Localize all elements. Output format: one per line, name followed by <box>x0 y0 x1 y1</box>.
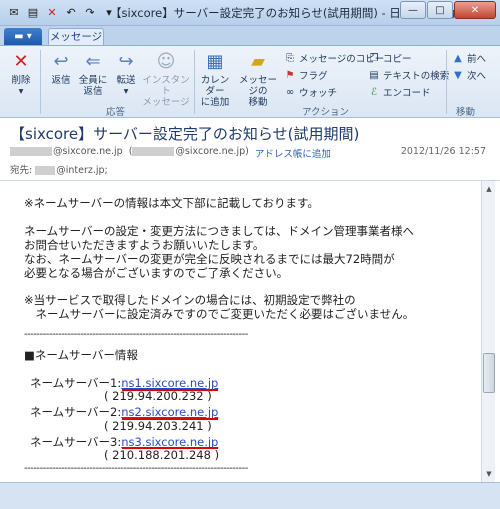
quick-access-toolbar: ✉ ▤ ✕ ↶ ↷ ▾ <box>6 4 117 20</box>
from-line: @sixcore.ne.jp (@sixcore.ne.jp) アドレス帳に追加 <box>10 146 331 160</box>
sender-address-alt: (@sixcore.ne.jp) <box>128 146 249 157</box>
file-menu-icon: ▬ <box>14 31 24 42</box>
save-icon[interactable]: ▤ <box>25 4 41 20</box>
calendar-icon: ▦ <box>206 50 224 72</box>
next-button[interactable]: ▼ 次へ <box>452 68 486 83</box>
glasses-icon: ∞ <box>285 86 295 98</box>
chevron-down-icon: ▾ <box>123 86 129 97</box>
add-to-address-book-link[interactable]: アドレス帳に追加 <box>255 146 331 160</box>
copy-message-icon: ⎘ <box>286 52 294 64</box>
nameserver-2-ip: ( 219.94.203.241 ) <box>104 419 212 433</box>
recipient-address[interactable]: @interz.jp; <box>56 165 108 176</box>
separator <box>40 50 41 114</box>
flag-button[interactable]: ⚑ フラグ <box>284 68 328 83</box>
forward-button[interactable]: ↪ 転送 ▾ <box>112 49 140 97</box>
message-body[interactable]: ※ネームサーバーの情報は本文下部に記載しております。 ネームサーバーの設定・変更… <box>8 181 481 482</box>
arrow-up-icon: ▲ <box>454 52 462 64</box>
add-to-calendar-button[interactable]: ▦ カレンダー に追加 <box>197 49 233 108</box>
encoding-icon: ℰ <box>370 86 378 98</box>
redacted-block <box>132 147 175 156</box>
nameserver-1-link[interactable]: ns1.sixcore.ne.jp <box>121 376 218 390</box>
nameserver-2-link[interactable]: ns2.sixcore.ne.jp <box>121 405 218 419</box>
instant-message-button[interactable]: ☺ インスタント メッセージ <box>142 49 190 108</box>
divider-line: ----------------------------------------… <box>24 329 248 340</box>
reply-button[interactable]: ↩ 返信 <box>46 49 76 86</box>
group-label-move: 移動 <box>456 107 476 118</box>
group-label-action: アクション <box>302 107 350 118</box>
close-button[interactable]: ✕ <box>454 1 496 19</box>
message-subject: 【sixcore】サーバー設定完了のお知らせ(試用期間) <box>10 125 360 143</box>
window-bottom-frame <box>0 482 500 509</box>
delete-x-icon: ✕ <box>13 50 29 72</box>
reply-all-icon: ⇐ <box>85 50 101 72</box>
minimize-button[interactable]: — <box>400 1 426 19</box>
body-line: ネームサーバーに設定済みですのでご変更いただく必要はございません。 <box>24 307 415 321</box>
previous-button[interactable]: ▲ 前へ <box>452 51 486 66</box>
message-header: 【sixcore】サーバー設定完了のお知らせ(試用期間) @sixcore.ne… <box>0 118 500 181</box>
scroll-up-icon[interactable]: ▲ <box>483 182 495 196</box>
separator <box>194 50 195 114</box>
body-line: ※ネームサーバーの情報は本文下部に記載しております。 <box>24 196 319 210</box>
tab-message[interactable]: メッセージ <box>48 28 104 46</box>
file-menu-button[interactable]: ▬ ▾ <box>4 28 42 45</box>
ribbon: ✕ 削除 ▾ ↩ 返信 ⇐ 全員に 返信 ↪ 転送 ▾ ☺ インスタント メッセ… <box>0 45 500 118</box>
redacted-block <box>35 166 56 175</box>
maximize-button[interactable]: □ <box>427 1 453 19</box>
find-text-button[interactable]: ▤ テキストの検索 <box>368 68 449 83</box>
separator <box>446 50 447 114</box>
title-bar: ✉ ▤ ✕ ↶ ↷ ▾ 【sixcore】サーバー設定完了のお知らせ(試用期間)… <box>0 0 500 26</box>
divider-line: ----------------------------------------… <box>24 463 248 474</box>
nameserver-1-ip: ( 219.94.200.232 ) <box>104 389 212 403</box>
sender-address[interactable]: @sixcore.ne.jp <box>10 146 123 160</box>
delete-icon[interactable]: ✕ <box>44 4 60 20</box>
instant-message-icon: ☺ <box>156 50 176 72</box>
find-text-icon: ▤ <box>369 69 379 81</box>
outlook-icon: ✉ <box>9 5 19 19</box>
redacted-block <box>10 147 52 156</box>
undo-icon[interactable]: ↶ <box>63 4 79 20</box>
encoding-button[interactable]: ℰ エンコード <box>368 85 431 100</box>
section-heading: ■ネームサーバー情報 <box>24 348 138 362</box>
chevron-down-icon: ▾ <box>18 86 24 97</box>
body-line: 必要となる場合がございますのでご了承ください。 <box>24 266 289 280</box>
folder-icon: ▰ <box>251 50 265 72</box>
flag-icon: ⚑ <box>285 69 295 81</box>
ribbon-tabs: ▬ ▾ メッセージ <box>0 26 500 46</box>
arrow-down-icon: ▼ <box>454 69 462 81</box>
reply-all-button[interactable]: ⇐ 全員に 返信 <box>78 49 108 97</box>
forward-icon: ↪ <box>118 50 134 72</box>
message-date: 2012/11/26 12:57 <box>400 146 486 157</box>
reply-icon: ↩ <box>53 50 69 72</box>
redo-icon[interactable]: ↷ <box>82 4 98 20</box>
scroll-down-icon[interactable]: ▼ <box>483 467 495 481</box>
scrollbar-thumb[interactable] <box>483 353 495 393</box>
group-label-respond: 応答 <box>106 107 126 118</box>
nameserver-3-ip: ( 210.188.201.248 ) <box>104 448 220 462</box>
copy-icon: ❐ <box>369 52 379 64</box>
copy-button[interactable]: ❐ コピー <box>368 51 412 66</box>
to-line: 宛先: @interz.jp; <box>10 165 108 176</box>
move-message-button[interactable]: ▰ メッセージの 移動 <box>235 49 281 108</box>
vertical-scrollbar[interactable]: ▲ ▼ <box>481 181 495 482</box>
delete-button[interactable]: ✕ 削除 ▾ <box>8 49 34 97</box>
watch-button[interactable]: ∞ ウォッチ <box>284 85 337 100</box>
